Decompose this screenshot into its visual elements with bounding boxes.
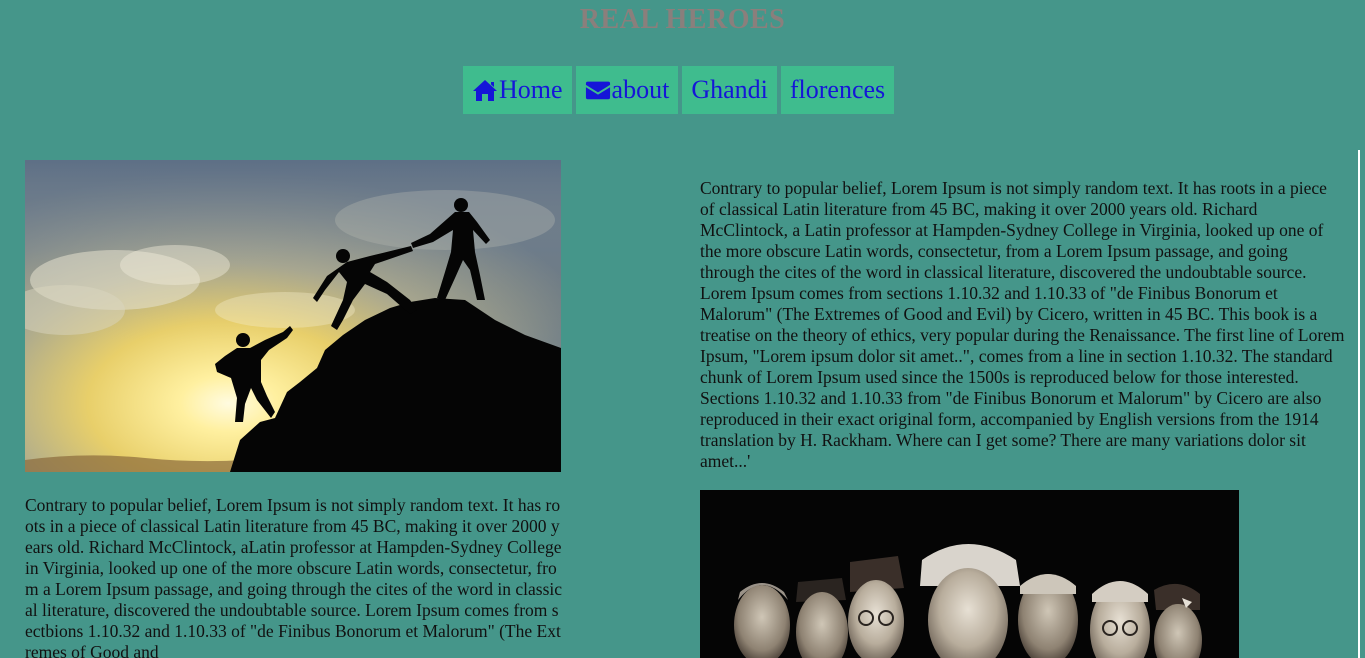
nav-home-link[interactable]: Home [463,66,572,114]
leaders-portrait-image [700,490,1239,658]
nav-florences-link[interactable]: florences [780,66,895,114]
site-title: REAL HEROES [579,4,786,35]
nav-home-label: Home [499,75,563,104]
left-paragraph: Contrary to popular belief, Lorem Ipsum … [25,495,563,658]
nav-ghandi-label: Ghandi [691,75,768,104]
right-paragraph: Contrary to popular belief, Lorem Ipsum … [700,178,1345,471]
nav-about-link[interactable]: about [575,66,679,114]
page: REAL HEROES Home about Ghandi florences [0,0,1365,658]
nav-florences-label: florences [789,75,886,104]
main-nav: Home about Ghandi florences [463,66,895,114]
nav-about-label: about [611,75,670,104]
nav-ghandi-link[interactable]: Ghandi [682,66,777,114]
climbers-sunset-image [25,160,561,472]
home-icon [473,80,497,101]
envelope-icon [585,81,610,100]
scrollbar[interactable] [1358,150,1360,658]
